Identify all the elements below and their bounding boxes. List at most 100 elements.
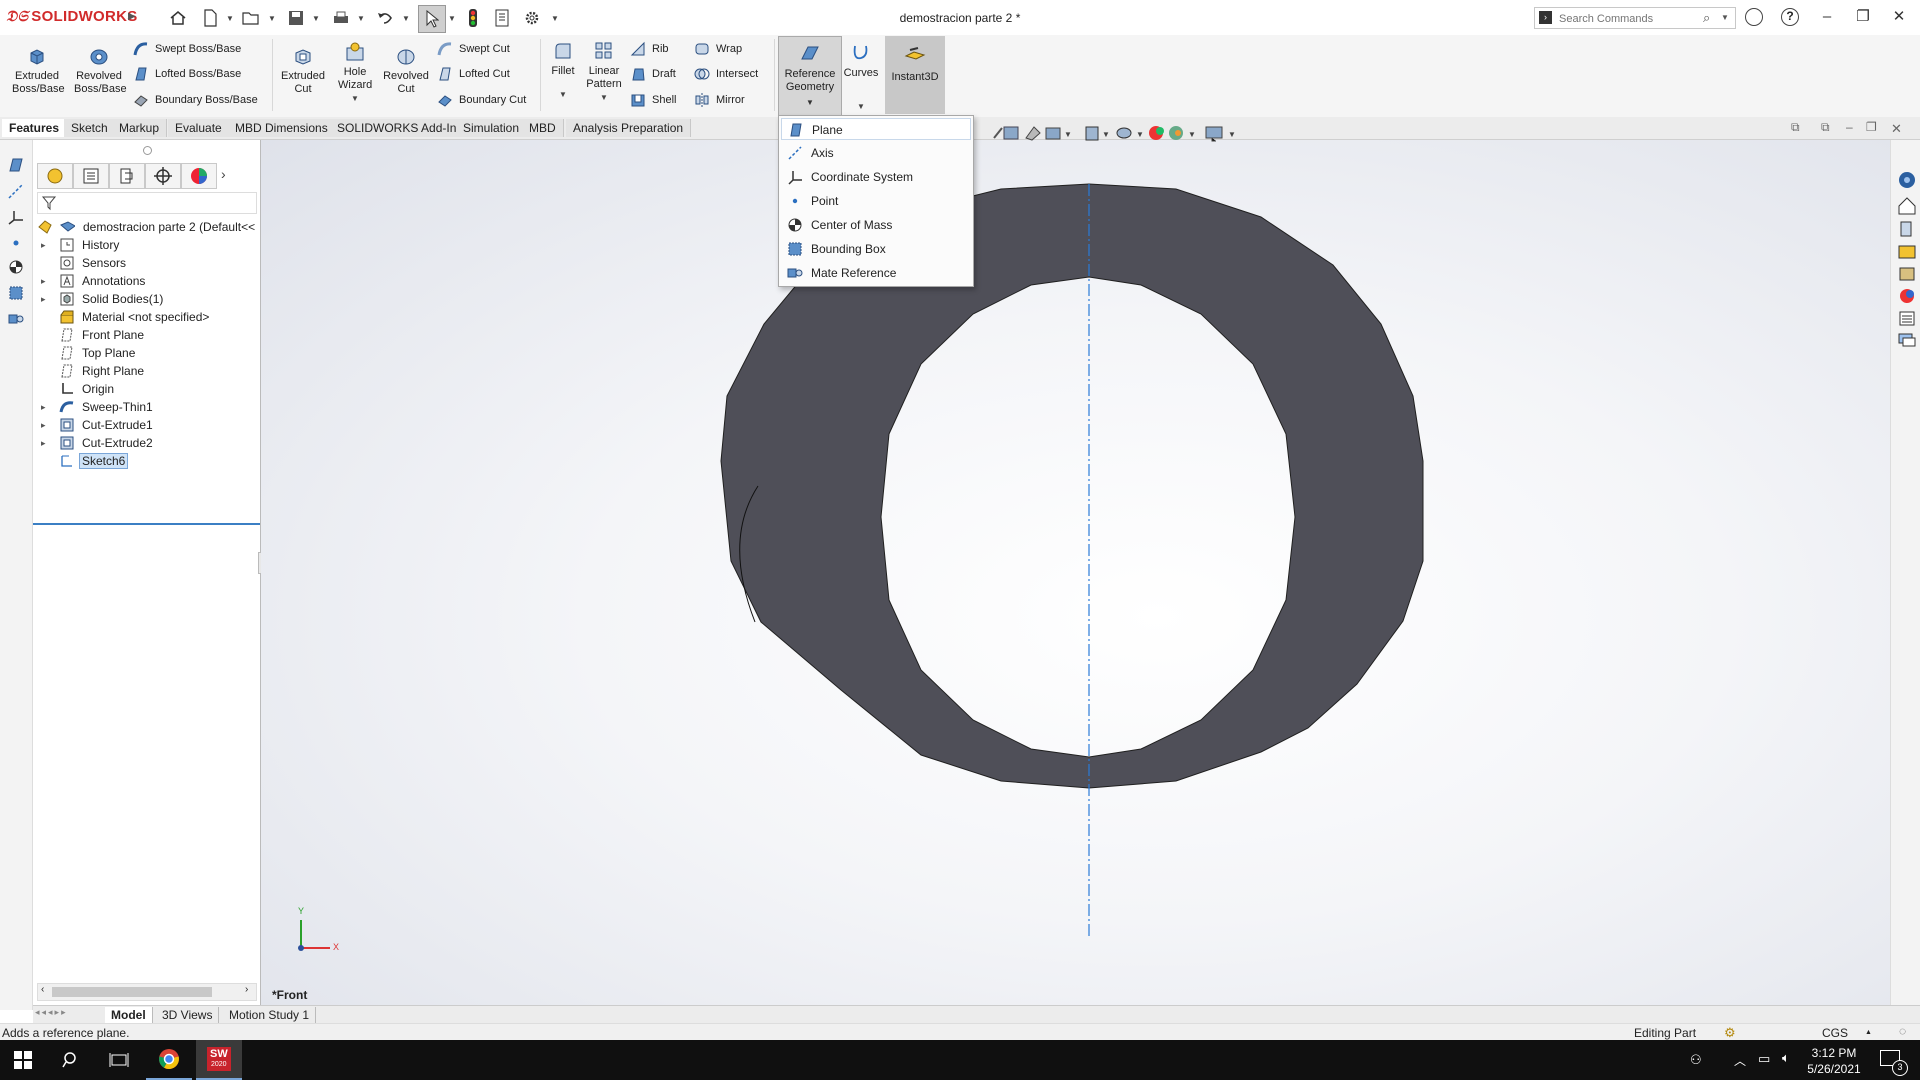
tree-item-material-not-specified[interactable]: Material <not specified> (33, 308, 260, 326)
save-icon[interactable] (286, 8, 306, 28)
tab-mbd[interactable]: MBD (522, 119, 564, 137)
show-hidden-icons-icon[interactable]: ︿ (1734, 1052, 1746, 1069)
wrap-button[interactable]: Wrap (694, 39, 742, 59)
scroll-right-icon[interactable]: › (245, 984, 248, 995)
draft-button[interactable]: Draft (630, 64, 676, 84)
close-icon[interactable]: ✕ (1882, 6, 1916, 28)
menu-item-bounding-box[interactable]: Bounding Box (781, 238, 971, 260)
bottom-tab-motion-study-1[interactable]: Motion Study 1 (223, 1007, 317, 1023)
restore-icon[interactable]: ❐ (1846, 6, 1880, 28)
view-settings-icon[interactable] (1205, 126, 1223, 142)
reference-geometry-button[interactable]: Reference Geometry ▼ (778, 36, 842, 118)
task-view-icon[interactable] (96, 1040, 142, 1080)
expand-arrow-icon[interactable]: ▸ (41, 420, 46, 431)
plane-tool-icon[interactable] (7, 156, 25, 174)
search-icon[interactable]: ⌕ (1703, 10, 1710, 26)
open-dropdown-icon[interactable]: ▼ (268, 14, 276, 23)
curves-dropdown-icon[interactable]: ▼ (840, 100, 882, 113)
minimize-icon[interactable]: – (1810, 6, 1844, 28)
expand-arrow-icon[interactable]: ▸ (41, 438, 46, 449)
new-document-icon[interactable] (200, 8, 220, 28)
swept-cut-button[interactable]: Swept Cut (437, 39, 510, 59)
options-dropdown-icon[interactable]: ▼ (551, 14, 559, 23)
scroll-thumb[interactable] (52, 987, 212, 997)
bottom-tab-model[interactable]: Model (105, 1007, 153, 1023)
menu-item-axis[interactable]: Axis (781, 142, 971, 164)
expand-arrow-icon[interactable]: ▸ (41, 294, 46, 305)
save-dropdown-icon[interactable]: ▼ (312, 14, 320, 23)
rib-button[interactable]: Rib (630, 39, 669, 59)
tree-item-origin[interactable]: Origin (33, 380, 260, 398)
rebuild-icon[interactable] (463, 8, 483, 28)
tree-item-top-plane[interactable]: Top Plane (33, 344, 260, 362)
revolved-cut-button[interactable]: Revolved Cut (380, 35, 432, 96)
chevron-right-icon[interactable]: › (221, 166, 226, 182)
windows-start-icon[interactable] (0, 1040, 46, 1080)
search-input[interactable] (1557, 10, 1709, 27)
tab-markup[interactable]: Markup (112, 119, 168, 137)
volume-icon[interactable]: 🔈︎ (1782, 1050, 1790, 1066)
boundary-cut-button[interactable]: Boundary Cut (437, 90, 526, 110)
rollback-bar[interactable] (33, 523, 260, 525)
search-commands-box[interactable]: › ⌕ ▼ (1534, 7, 1736, 29)
tab-solidworks-add-ins[interactable]: SOLIDWORKS Add-Ins (330, 119, 471, 137)
apply-scene-icon[interactable] (1169, 126, 1183, 140)
hole-wizard-button[interactable]: Hole Wizard ▼ (330, 35, 380, 105)
tooltip-toggle-icon[interactable]: ◌ (1899, 1024, 1906, 1038)
tab-navigation-arrows-icon[interactable]: ◂◂◂▸▸ (35, 1007, 68, 1018)
units-dropdown-icon[interactable]: ▲ (1865, 1029, 1872, 1036)
bounding-box-tool-icon[interactable] (7, 284, 25, 302)
help-icon[interactable]: ? (1781, 8, 1799, 26)
mirror-button[interactable]: Mirror (694, 90, 745, 110)
tab-sketch[interactable]: Sketch (64, 119, 116, 137)
tree-item-front-plane[interactable]: Front Plane (33, 326, 260, 344)
view-settings-dropdown-icon[interactable]: ▼ (1228, 130, 1236, 139)
tab-evaluate[interactable]: Evaluate (168, 119, 230, 137)
tree-item-right-plane[interactable]: Right Plane (33, 362, 260, 380)
curves-button[interactable]: Curves ▼ (840, 35, 882, 113)
fillet-button[interactable]: Fillet ▼ (544, 35, 582, 101)
home-icon[interactable] (168, 8, 188, 28)
tree-item-sweep-thin1[interactable]: ▸ Sweep-Thin1 (33, 398, 260, 416)
tab-mbd-dimensions[interactable]: MBD Dimensions (228, 119, 336, 137)
account-icon[interactable] (1745, 8, 1763, 26)
tab-simulation[interactable]: Simulation (456, 119, 528, 137)
menu-item-point[interactable]: Point (781, 190, 971, 212)
extruded-cut-button[interactable]: Extruded Cut (276, 35, 330, 96)
dynamic-annotation-icon[interactable] (1045, 127, 1061, 140)
tree-item-cut-extrude1[interactable]: ▸ Cut-Extrude1 (33, 416, 260, 434)
solidworks-taskbar-icon[interactable]: SW 2020 (196, 1040, 242, 1080)
menu-item-mate-reference[interactable]: Mate Reference (781, 262, 971, 284)
instant3d-button[interactable]: Instant3D (885, 36, 945, 114)
tile-right-icon[interactable]: ⧉ (1821, 120, 1830, 135)
point-tool-icon[interactable] (7, 234, 25, 252)
feature-tree-tab-icon[interactable] (37, 163, 73, 189)
apply-scene-dropdown-icon[interactable]: ▼ (1188, 130, 1196, 139)
chrome-taskbar-icon[interactable] (146, 1040, 192, 1080)
fillet-dropdown-icon[interactable]: ▼ (544, 88, 582, 101)
clock-time[interactable]: 3:12 PM (1803, 1046, 1865, 1060)
select-dropdown-icon[interactable]: ▼ (448, 14, 456, 23)
menu-item-coordinate-system[interactable]: Coordinate System (781, 166, 971, 188)
appearances-icon[interactable] (1899, 267, 1915, 281)
center-of-mass-tool-icon[interactable] (7, 258, 25, 276)
menu-item-center-of-mass[interactable]: Center of Mass (781, 214, 971, 236)
undo-dropdown-icon[interactable]: ▼ (402, 14, 410, 23)
open-icon[interactable] (241, 8, 261, 28)
reference-geometry-dropdown-icon[interactable]: ▼ (779, 96, 841, 109)
forum-icon[interactable] (1898, 333, 1916, 347)
display-manager-tab-icon[interactable] (181, 163, 217, 189)
shell-button[interactable]: Shell (630, 90, 676, 110)
section-view-icon[interactable] (1025, 126, 1041, 141)
panel-handle-icon[interactable] (143, 146, 152, 155)
file-explorer-icon[interactable] (1900, 221, 1912, 237)
clock-date[interactable]: 5/26/2021 (1803, 1062, 1865, 1076)
horizontal-scrollbar[interactable]: ‹ › (37, 983, 257, 1001)
edit-appearance-icon[interactable] (1149, 126, 1164, 140)
view-palette-icon[interactable] (1898, 245, 1916, 259)
extruded-boss-button[interactable]: Extruded Boss/Base (6, 35, 68, 96)
boundary-boss-button[interactable]: Boundary Boss/Base (133, 90, 258, 110)
previous-view-icon[interactable] (1003, 126, 1019, 140)
file-properties-icon[interactable] (492, 8, 512, 28)
tree-item-annotations[interactable]: ▸ Annotations (33, 272, 260, 290)
